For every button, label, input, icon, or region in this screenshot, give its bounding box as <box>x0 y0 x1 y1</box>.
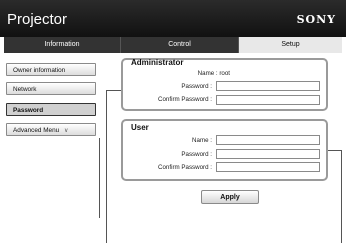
app-title: Projector <box>7 11 68 28</box>
sidebar-item-advanced-menu[interactable]: Advanced Menu ∨ <box>6 123 96 136</box>
chevron-down-icon: ∨ <box>63 128 69 134</box>
sidebar-item-password[interactable]: Password <box>6 103 96 116</box>
administrator-name-label: Name : root <box>197 70 230 77</box>
sidebar-item-label: Network <box>13 86 37 93</box>
header-bar: Projector SONY <box>0 0 346 37</box>
sidebar-item-network[interactable]: Network <box>6 82 96 95</box>
tab-bar: Information Control Setup <box>4 37 342 53</box>
sidebar-item-label: Owner information <box>13 67 66 74</box>
user-title: User <box>131 123 149 132</box>
sidebar-item-owner-information[interactable]: Owner information <box>6 63 96 76</box>
administrator-password-label: Password : <box>181 83 212 90</box>
tab-setup[interactable]: Setup <box>239 37 342 53</box>
apply-button[interactable]: Apply <box>201 190 259 204</box>
administrator-confirm-password-label: Confirm Password : <box>158 96 212 103</box>
sidebar-item-label: Advanced Menu <box>13 127 60 134</box>
user-confirm-password-label: Confirm Password : <box>158 164 212 171</box>
tab-information[interactable]: Information <box>4 37 121 53</box>
callout-line <box>106 90 122 91</box>
administrator-password-field[interactable] <box>216 81 320 91</box>
user-name-field[interactable] <box>216 135 320 145</box>
callout-line <box>341 150 342 243</box>
callout-line <box>106 90 107 243</box>
tab-control[interactable]: Control <box>121 37 239 53</box>
callout-line <box>327 150 342 151</box>
divider-line <box>99 138 100 218</box>
user-name-label: Name : <box>192 137 212 144</box>
administrator-confirm-password-field[interactable] <box>216 95 320 105</box>
sidebar-item-label: Password <box>13 107 44 114</box>
user-password-field[interactable] <box>216 149 320 159</box>
brand-logo: SONY <box>296 13 336 26</box>
administrator-title: Administrator <box>131 58 184 67</box>
user-confirm-password-field[interactable] <box>216 162 320 172</box>
user-password-label: Password : <box>181 151 212 158</box>
